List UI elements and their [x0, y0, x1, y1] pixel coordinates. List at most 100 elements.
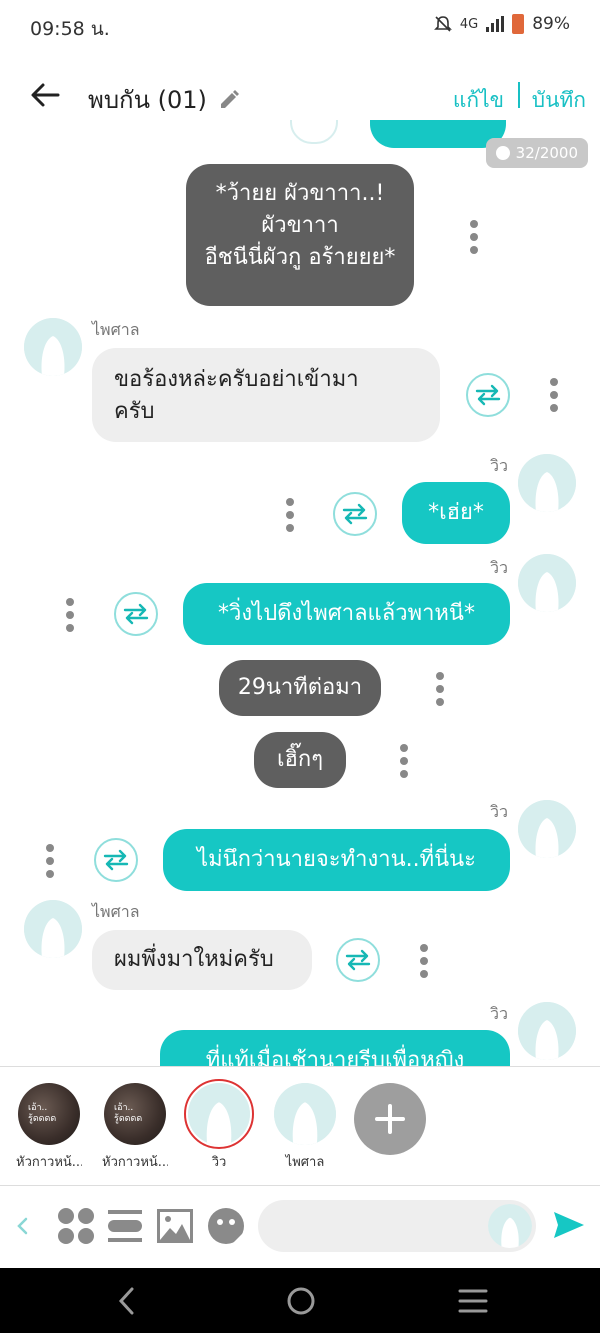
edit-button[interactable]: แก้ไข [453, 84, 504, 117]
back-arrow-icon[interactable] [28, 78, 62, 112]
network-label: 4G [459, 16, 479, 32]
input-bar [0, 1186, 600, 1268]
avatar-caption: เอ้า.. รู้ดดดด [114, 1103, 143, 1124]
more-options-icon[interactable] [436, 672, 444, 706]
swap-speaker-icon[interactable] [336, 938, 380, 982]
battery-icon [512, 14, 525, 34]
mute-notification-icon [433, 16, 452, 32]
narration-icon[interactable] [106, 1206, 144, 1246]
narration-line: *ว้ายย ผัวขาาา..! [215, 181, 385, 206]
more-options-icon[interactable] [66, 598, 74, 632]
add-character-button[interactable] [354, 1083, 426, 1155]
more-options-icon[interactable] [550, 378, 558, 412]
more-options-icon[interactable] [400, 744, 408, 778]
more-options-icon[interactable] [470, 220, 478, 254]
message-bubble[interactable]: ไม่นึกว่านายจะทำงาน..ที่นี่นะ [163, 829, 510, 891]
message-bubble[interactable]: ผมพึ่งมาใหม่ครับ [92, 930, 312, 990]
character-name: หัวกาวหน้... [102, 1155, 168, 1170]
avatar [290, 120, 338, 144]
character-avatar: เอ้า.. รู้ดดดด [104, 1083, 166, 1145]
swap-speaker-icon[interactable] [114, 592, 158, 636]
narration-text: เฮิ๊กๆ [276, 747, 324, 772]
speaker-name: ไพศาล [92, 902, 140, 921]
character-avatar [184, 1079, 254, 1149]
status-indicators: 4G 89% [433, 14, 570, 34]
narration-bubble[interactable]: เฮิ๊กๆ [254, 732, 346, 788]
swap-speaker-icon[interactable] [94, 838, 138, 882]
chat-area[interactable]: 32/2000 *ว้ายย ผัวขาาา..! ผัวขาาา อีชนีน… [0, 120, 600, 1066]
message-text: ไม่นึกว่านายจะทำงาน..ที่นี่นะ [197, 847, 476, 872]
avatar-view[interactable] [518, 454, 576, 512]
avatar-view[interactable] [518, 800, 576, 858]
person-silhouette-icon [188, 1083, 250, 1145]
grid-icon[interactable] [56, 1206, 96, 1246]
narration-line: อีชนีนี่ผัวกู อร้ายยย* [204, 245, 396, 270]
system-nav-bar [0, 1268, 600, 1333]
send-icon[interactable] [552, 1210, 586, 1240]
character-selector: เอ้า.. รู้ดดดด หัวกาวหน้... เอ้า.. รู้ดด… [0, 1066, 600, 1186]
speaker-name: วิว [490, 456, 508, 475]
status-time: 09:58 น. [30, 18, 110, 40]
character-name: วิว [211, 1155, 227, 1170]
message-text: *เฮ่ย* [428, 500, 484, 525]
avatar-caption: เอ้า.. รู้ดดดด [28, 1103, 57, 1124]
avatar-paisan[interactable] [24, 900, 82, 958]
message-bubble[interactable]: *วิ่งไปดึงไพศาลแล้วพาหนี* [183, 583, 510, 645]
nav-back-icon[interactable] [116, 1286, 138, 1316]
avatar-view[interactable] [518, 554, 576, 612]
message-bubble[interactable]: ที่แท้เมื่อเช้านายรีบเพื่อหญิง [160, 1030, 510, 1066]
narration-line: ผัวขาาา [261, 213, 339, 238]
page-title: พบกัน (01) [88, 80, 241, 119]
swap-speaker-icon[interactable] [333, 492, 377, 536]
character-item[interactable]: เอ้า.. รู้ดดดด หัวกาวหน้... [16, 1083, 82, 1172]
more-options-icon[interactable] [420, 944, 428, 978]
avatar-paisan[interactable] [24, 318, 82, 376]
person-silhouette-icon [24, 318, 82, 376]
narration-bubble[interactable]: *ว้ายย ผัวขาาา..! ผัวขาาา อีชนีนี่ผัวกู … [186, 164, 414, 306]
sticker-icon[interactable] [206, 1206, 246, 1246]
message-text: ครับ [114, 399, 155, 424]
person-silhouette-icon [518, 800, 576, 858]
character-name: หัวกาวหน้... [16, 1155, 82, 1170]
pencil-icon[interactable] [217, 88, 241, 112]
save-button[interactable]: บันทึก [532, 84, 586, 117]
counter-text: 32/2000 [515, 144, 578, 162]
image-icon[interactable] [156, 1206, 194, 1246]
message-bubble[interactable]: *เฮ่ย* [402, 482, 510, 544]
more-options-icon[interactable] [46, 844, 54, 878]
message-text: ที่แท้เมื่อเช้านายรีบเพื่อหญิง [205, 1048, 465, 1066]
input-avatar[interactable] [488, 1204, 532, 1248]
character-avatar [274, 1083, 336, 1145]
more-options-icon[interactable] [286, 498, 294, 532]
person-silhouette-icon [24, 900, 82, 958]
avatar-view[interactable] [518, 1002, 576, 1060]
character-counter: 32/2000 [485, 138, 588, 168]
swap-speaker-icon[interactable] [466, 373, 510, 417]
page-title-text: พบกัน (01) [88, 86, 207, 114]
person-silhouette-icon [518, 454, 576, 512]
nav-home-icon[interactable] [286, 1286, 316, 1316]
person-silhouette-icon [518, 1002, 576, 1060]
message-text: ขอร้องหล่ะครับอย่าเข้ามา [114, 367, 359, 392]
message-text: *วิ่งไปดึงไพศาลแล้วพาหนี* [218, 601, 475, 626]
narration-text: 29นาทีต่อมา [237, 675, 363, 700]
character-item[interactable]: เอ้า.. รู้ดดดด หัวกาวหน้... [102, 1083, 168, 1172]
battery-percent: 89% [532, 14, 570, 34]
speaker-name: ไพศาล [92, 320, 140, 339]
speaker-name: วิว [490, 558, 508, 577]
character-item-selected[interactable]: วิว [184, 1079, 254, 1172]
narration-bubble[interactable]: 29นาทีต่อมา [219, 660, 381, 716]
counter-icon [495, 146, 510, 160]
person-silhouette-icon [274, 1083, 336, 1145]
speaker-name: วิว [490, 802, 508, 821]
message-bubble[interactable]: ขอร้องหล่ะครับอย่าเข้ามา ครับ [92, 348, 440, 442]
person-silhouette-icon [488, 1204, 532, 1248]
nav-recent-apps-icon[interactable] [458, 1288, 488, 1314]
chevron-left-icon[interactable] [14, 1216, 30, 1236]
plus-icon [375, 1104, 405, 1134]
signal-icon [486, 16, 505, 32]
message-text: ผมพึ่งมาใหม่ครับ [114, 947, 274, 972]
person-silhouette-icon [518, 554, 576, 612]
character-item[interactable]: ไพศาล [272, 1083, 338, 1172]
character-avatar: เอ้า.. รู้ดดดด [18, 1083, 80, 1145]
